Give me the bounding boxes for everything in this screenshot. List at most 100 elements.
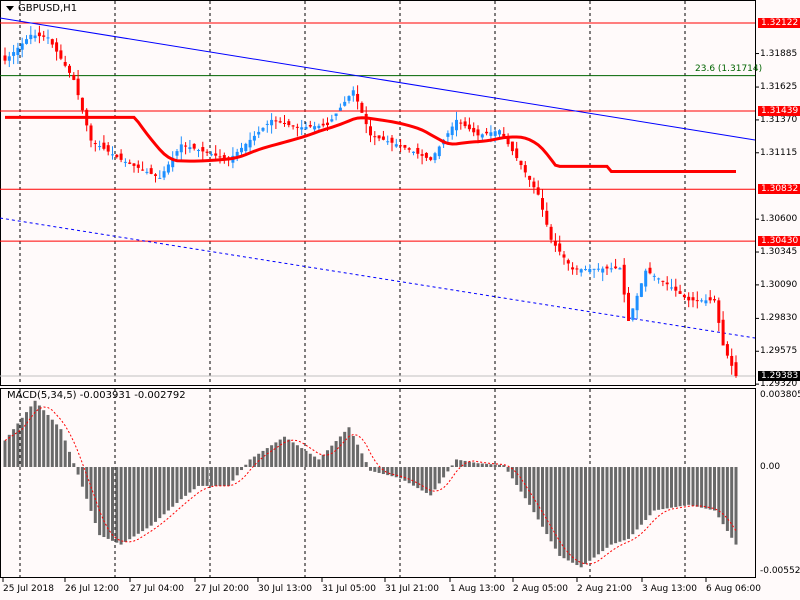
macd-histogram-bar	[291, 442, 295, 467]
macd-histogram-bar	[704, 467, 708, 509]
candle-body	[571, 267, 575, 270]
macd-histogram-bar	[532, 467, 536, 513]
candle-body	[184, 145, 188, 147]
candle-body	[16, 47, 20, 56]
candle-body	[330, 119, 334, 122]
candle-body	[136, 164, 140, 168]
candle-body	[46, 37, 50, 39]
candle-body	[149, 168, 153, 174]
macd-histogram-bar	[455, 459, 458, 467]
macd-histogram-bar	[235, 467, 239, 476]
time-axis-label: 27 Jul 20:00	[195, 584, 249, 594]
candle-body	[37, 32, 41, 37]
macd-histogram-bar	[433, 467, 437, 490]
candle-body	[437, 146, 441, 157]
candle-body	[360, 102, 364, 113]
candle-body	[665, 282, 669, 285]
macd-histogram-bar	[287, 439, 291, 467]
candle-body	[489, 132, 493, 136]
candle-body	[59, 50, 63, 59]
candle-body	[42, 35, 46, 37]
macd-histogram-bar	[553, 467, 557, 549]
macd-histogram-bar	[515, 467, 519, 485]
macd-histogram-bar	[730, 467, 734, 538]
macd-histogram-bar	[29, 406, 33, 467]
macd-histogram-bar	[652, 467, 656, 511]
macd-histogram-bar	[416, 467, 420, 489]
macd-histogram-bar	[682, 467, 686, 506]
candle-body	[29, 34, 33, 40]
candle-body	[386, 141, 390, 143]
macd-histogram-bar	[55, 424, 59, 467]
macd-histogram-bar	[240, 467, 243, 471]
candle-body	[476, 129, 480, 136]
macd-histogram-bar	[201, 467, 205, 486]
candle-body	[631, 308, 635, 320]
candle-body	[89, 125, 93, 141]
candle-body	[76, 78, 80, 96]
candle-body	[55, 42, 59, 52]
macd-histogram-bar	[136, 467, 140, 534]
macd-histogram-bar	[171, 467, 175, 507]
macd-histogram-bar	[695, 467, 699, 507]
candle-body	[446, 133, 450, 137]
candle-body	[261, 127, 265, 131]
candle-body	[652, 275, 656, 277]
candle-body	[313, 126, 317, 130]
macd-histogram-bar	[123, 467, 127, 542]
price-level-tag: 1.32122	[758, 18, 800, 28]
chart-title[interactable]: GBPUSD,H1	[6, 3, 77, 14]
candle-body	[545, 210, 549, 225]
macd-histogram-bar	[596, 467, 600, 555]
candle-body	[175, 151, 179, 156]
candle-body	[433, 153, 437, 161]
candle-body	[515, 148, 519, 159]
dropdown-triangle-icon[interactable]	[6, 6, 14, 11]
candle-body	[721, 319, 725, 346]
candle-body	[12, 52, 16, 56]
macd-histogram-bar	[571, 467, 575, 563]
candle-body	[317, 125, 321, 128]
macd-histogram-bar	[627, 467, 630, 539]
macd-histogram-bar	[162, 467, 166, 515]
chart-canvas[interactable]	[0, 0, 800, 600]
macd-histogram-bar	[300, 448, 304, 467]
candle-body	[687, 296, 691, 301]
macd-histogram-bar	[678, 467, 682, 507]
candle-body	[566, 260, 570, 264]
candle-body	[106, 145, 110, 152]
candle-body	[596, 268, 600, 270]
price-level-tag: 1.31439	[758, 106, 800, 117]
macd-histogram-bar	[566, 467, 570, 561]
candle-body	[618, 268, 622, 270]
candle-body	[209, 154, 213, 156]
macd-histogram-bar	[270, 445, 274, 467]
macd-histogram-bar	[549, 467, 553, 542]
macd-histogram-bar	[20, 417, 24, 467]
candle-body	[295, 126, 299, 128]
macd-histogram-bar	[476, 463, 480, 467]
macd-indicator-label: MACD(5,34,5) -0.003931 -0.002792	[7, 390, 186, 401]
candle-body	[145, 171, 149, 173]
macd-histogram-bar	[222, 467, 226, 486]
candle-body	[661, 280, 665, 282]
candle-body	[373, 136, 377, 138]
candle-body	[717, 300, 721, 323]
macd-histogram-bar	[334, 441, 338, 467]
candle-body	[3, 55, 7, 61]
macd-histogram-bar	[601, 467, 605, 552]
candle-body	[472, 127, 476, 133]
price-axis-label: 1.30090	[760, 279, 798, 290]
candle-body	[141, 169, 145, 171]
macd-histogram-bar	[37, 405, 41, 467]
macd-histogram-bar	[424, 467, 428, 493]
candle-body	[455, 119, 458, 131]
candle-body	[519, 160, 523, 166]
candle-body	[270, 119, 274, 126]
candle-body	[420, 154, 424, 156]
price-axis-label: 1.29830	[760, 313, 798, 324]
candle-body	[291, 125, 295, 127]
macd-histogram-bar	[274, 442, 278, 467]
time-axis-label: 1 Aug 13:00	[450, 584, 505, 594]
candle-body	[691, 297, 695, 301]
